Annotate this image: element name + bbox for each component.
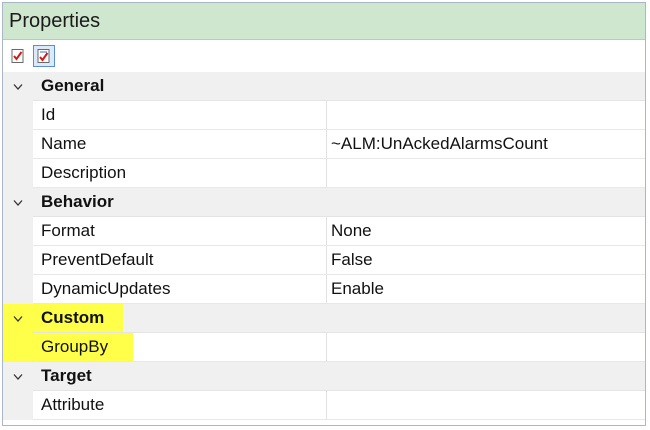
property-value-field[interactable]: Enable <box>327 275 645 304</box>
property-name: Id <box>33 101 327 130</box>
chevron-down-icon <box>13 199 23 206</box>
property-grid: General Id Name ~ALM:UnAckedAlarmsCount … <box>3 72 645 420</box>
property-name: DynamicUpdates <box>33 275 327 304</box>
property-row-groupby[interactable]: GroupBy <box>3 333 645 362</box>
property-value-field[interactable] <box>327 159 645 188</box>
category-label: General <box>33 72 645 101</box>
property-name: Format <box>33 217 327 246</box>
category-toggle[interactable] <box>3 304 33 333</box>
category-toggle[interactable] <box>3 362 33 391</box>
row-gutter <box>3 130 33 159</box>
property-row-format[interactable]: Format None <box>3 217 645 246</box>
property-value-field[interactable] <box>327 101 645 130</box>
property-row-dynamicupdates[interactable]: DynamicUpdates Enable <box>3 275 645 304</box>
row-gutter <box>3 217 33 246</box>
property-name: Description <box>33 159 327 188</box>
row-gutter <box>3 275 33 304</box>
row-gutter <box>3 159 33 188</box>
property-value-field[interactable] <box>327 391 645 420</box>
chevron-down-icon <box>13 83 23 90</box>
row-gutter <box>3 391 33 420</box>
property-value-field[interactable]: ~ALM:UnAckedAlarmsCount <box>327 130 645 159</box>
property-name: PreventDefault <box>33 246 327 275</box>
category-general[interactable]: General <box>3 72 645 101</box>
property-row-name[interactable]: Name ~ALM:UnAckedAlarmsCount <box>3 130 645 159</box>
row-gutter <box>3 246 33 275</box>
properties-toolbar <box>3 40 645 72</box>
category-custom[interactable]: Custom <box>3 304 645 333</box>
property-row-attribute[interactable]: Attribute <box>3 391 645 420</box>
row-gutter <box>3 333 33 362</box>
properties-panel: Properties General Id Name ~ALM:UnAckedA… <box>2 2 646 426</box>
category-target[interactable]: Target <box>3 362 645 391</box>
category-label: Behavior <box>33 188 645 217</box>
row-gutter <box>3 101 33 130</box>
categorized-icon <box>11 49 24 63</box>
panel-title: Properties <box>3 3 645 40</box>
category-toggle[interactable] <box>3 72 33 101</box>
property-value-field[interactable] <box>327 333 645 362</box>
property-value-field[interactable]: None <box>327 217 645 246</box>
category-toggle[interactable] <box>3 188 33 217</box>
category-behavior[interactable]: Behavior <box>3 188 645 217</box>
property-pages-icon <box>37 49 50 63</box>
chevron-down-icon <box>13 373 23 380</box>
property-row-preventdefault[interactable]: PreventDefault False <box>3 246 645 275</box>
category-label: Custom <box>33 304 645 333</box>
chevron-down-icon <box>13 315 23 322</box>
property-row-id[interactable]: Id <box>3 101 645 130</box>
property-pages-button[interactable] <box>33 45 55 67</box>
property-row-description[interactable]: Description <box>3 159 645 188</box>
property-name: Attribute <box>33 391 327 420</box>
category-label: Target <box>33 362 645 391</box>
property-value-field[interactable]: False <box>327 246 645 275</box>
property-name: Name <box>33 130 327 159</box>
categorized-button[interactable] <box>7 45 29 67</box>
property-name: GroupBy <box>33 333 327 362</box>
